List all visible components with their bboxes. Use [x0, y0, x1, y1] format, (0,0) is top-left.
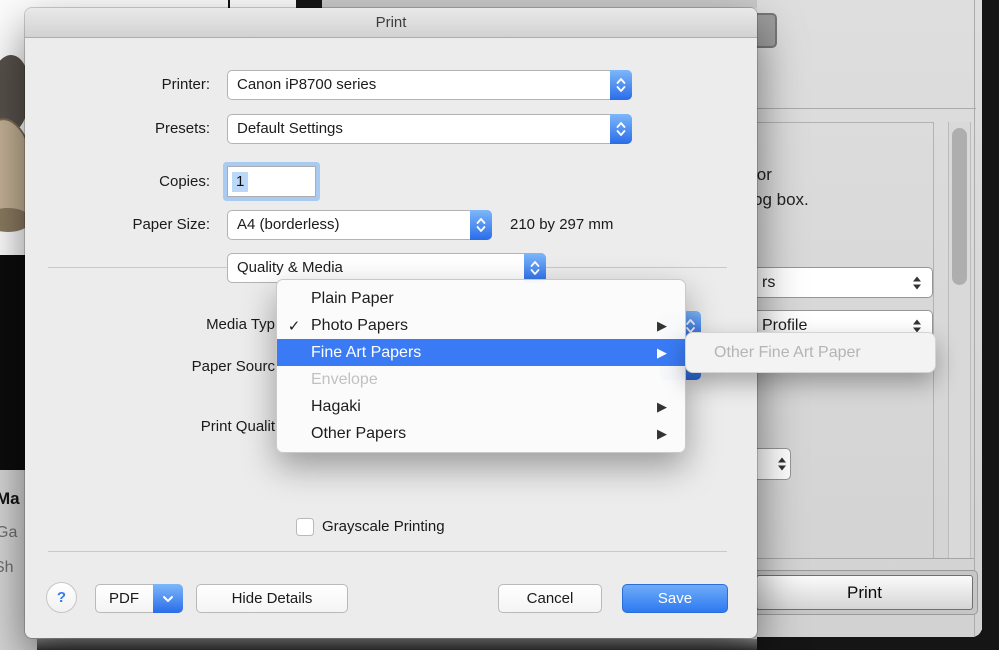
save-button[interactable]: Save — [622, 584, 728, 613]
submenu-arrow-icon: ▶ — [657, 339, 667, 366]
background-text-fragment: Ga — [0, 524, 17, 542]
divider — [974, 0, 975, 637]
copies-label: Copies: — [25, 167, 210, 197]
print-quality-label: Print Qualit — [25, 412, 275, 441]
background-dark-box — [296, 0, 322, 8]
submenu-arrow-icon: ▶ — [657, 420, 667, 447]
settings-pane-value: Quality & Media — [237, 254, 343, 282]
submenu-item-other-fine-art-paper: Other Fine Art Paper — [714, 333, 861, 372]
help-button[interactable]: ? — [46, 582, 77, 613]
menu-item-plain-paper[interactable]: ✓ Plain Paper ▶ — [277, 285, 685, 312]
stepper-icon — [610, 70, 632, 100]
printer-dropdown[interactable]: Canon iP8700 series — [227, 70, 632, 100]
background-text-fragment: og box. — [753, 190, 809, 210]
submenu-arrow-icon: ▶ — [657, 312, 667, 339]
chevron-down-icon[interactable] — [153, 584, 183, 613]
background-text-fragment: Ma — [0, 489, 20, 509]
fine-art-papers-submenu: Other Fine Art Paper — [685, 332, 936, 373]
printer-label: Printer: — [25, 70, 210, 100]
background-print-button[interactable]: Print — [756, 575, 973, 610]
scrollbar-thumb[interactable] — [952, 128, 967, 285]
printer-value: Canon iP8700 series — [237, 71, 376, 99]
submenu-arrow-icon: ▶ — [657, 393, 667, 420]
hide-details-button[interactable]: Hide Details — [196, 584, 348, 613]
paper-size-label: Paper Size: — [25, 210, 210, 240]
background-gray-bar — [322, 0, 757, 8]
background-page-top — [37, 0, 757, 8]
presets-label: Presets: — [25, 114, 210, 144]
background-dropdown[interactable]: rs — [751, 267, 933, 298]
paper-size-dropdown[interactable]: A4 (borderless) — [227, 210, 492, 240]
menu-item-other-papers[interactable]: ✓ Other Papers ▶ — [277, 420, 685, 447]
background-dark-edge — [982, 0, 999, 650]
media-type-label: Media Typ — [25, 310, 275, 339]
scrollbar-track[interactable] — [948, 122, 971, 558]
copies-input[interactable]: 1 — [227, 166, 316, 197]
menu-item-photo-papers[interactable]: ✓ Photo Papers ▶ — [277, 312, 685, 339]
background-dark-band — [37, 639, 757, 650]
divider — [48, 551, 727, 552]
grayscale-checkbox[interactable] — [296, 518, 314, 536]
background-divider — [228, 0, 230, 8]
stepper-icon — [913, 319, 922, 332]
stepper-icon — [610, 114, 632, 144]
stepper-icon — [470, 210, 492, 240]
divider — [757, 108, 976, 109]
dialog-title: Print — [25, 8, 757, 38]
stepper-icon — [913, 276, 922, 289]
stepper-icon — [778, 458, 787, 471]
checkmark-icon: ✓ — [277, 317, 311, 335]
divider — [757, 122, 934, 123]
menu-item-hagaki[interactable]: ✓ Hagaki ▶ — [277, 393, 685, 420]
paper-size-value: A4 (borderless) — [237, 211, 340, 239]
screen: Ma Ga Sh lor og box. rs Profile — [0, 0, 999, 650]
background-text-fragment: Sh — [0, 559, 14, 577]
paper-source-label: Paper Sourc — [25, 352, 275, 381]
pdf-button[interactable]: PDF — [95, 584, 183, 613]
cancel-button[interactable]: Cancel — [498, 584, 602, 613]
background-window: lor og box. rs Profile Print — [757, 0, 982, 637]
background-dropdown-value: rs — [762, 268, 775, 297]
presets-value: Default Settings — [237, 115, 343, 143]
menu-item-envelope: ✓ Envelope ▶ — [277, 366, 685, 393]
grayscale-label: Grayscale Printing — [322, 518, 445, 536]
divider — [757, 558, 974, 559]
copies-value: 1 — [232, 172, 248, 192]
print-button-ring: Print — [751, 570, 978, 615]
media-type-menu: ✓ Plain Paper ▶ ✓ Photo Papers ▶ ✓ Fine … — [276, 279, 686, 453]
menu-item-fine-art-papers[interactable]: ✓ Fine Art Papers ▶ — [277, 339, 685, 366]
paper-dimensions: 210 by 297 mm — [510, 210, 613, 240]
presets-dropdown[interactable]: Default Settings — [227, 114, 632, 144]
